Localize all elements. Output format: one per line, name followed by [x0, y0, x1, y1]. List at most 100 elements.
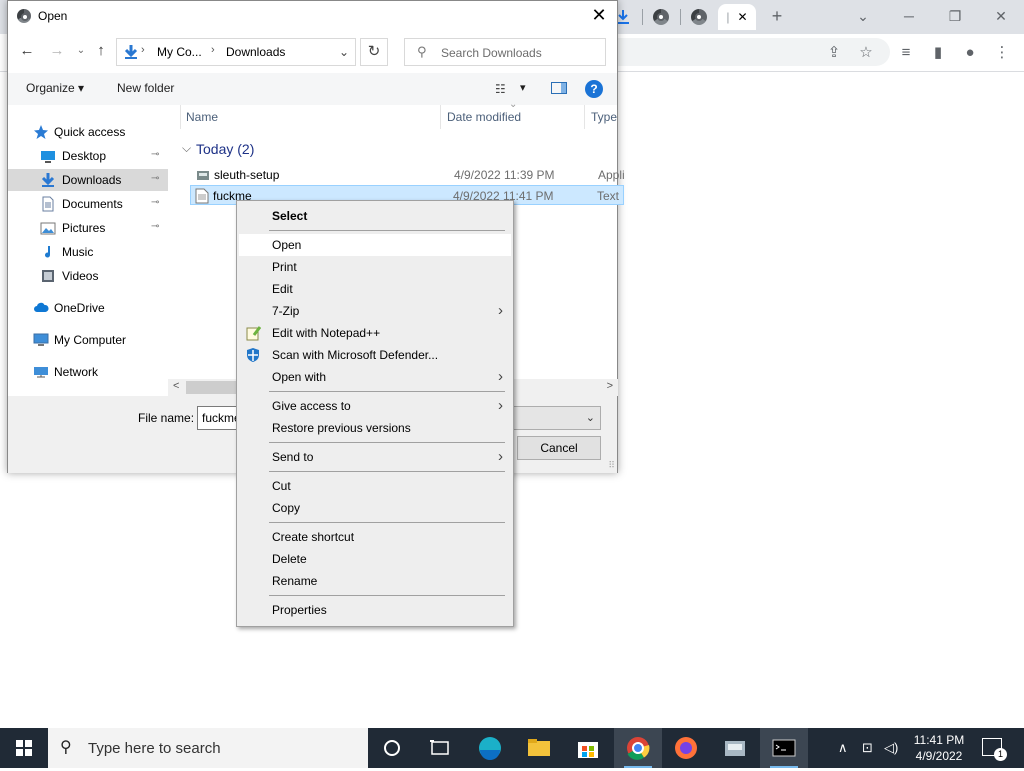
menu-item-give-access-to[interactable]: Give access to ›	[239, 395, 511, 417]
menu-item-open-with[interactable]: Open with ›	[239, 366, 511, 388]
change-view-icon[interactable]: ☷	[495, 82, 506, 96]
pin-icon: ⊸	[151, 197, 160, 208]
menu-item-select[interactable]: Select	[239, 205, 511, 227]
scroll-left-button[interactable]: <	[173, 380, 179, 392]
start-button[interactable]	[0, 728, 48, 768]
terminal-app-button[interactable]	[760, 728, 808, 768]
volume-icon[interactable]: ◁)	[884, 740, 898, 756]
refresh-button[interactable]: ↻	[360, 38, 388, 66]
forward-button[interactable]: →	[48, 42, 66, 60]
menu-item-edit-with-notepad[interactable]: Edit with Notepad++	[239, 322, 511, 344]
share-icon[interactable]: ⇪	[824, 43, 844, 63]
menu-item-properties[interactable]: Properties	[239, 599, 511, 621]
close-window-button[interactable]: ✕	[978, 5, 1024, 27]
menu-item-delete[interactable]: Delete	[239, 548, 511, 570]
edge-app-button[interactable]	[466, 728, 514, 768]
cancel-button[interactable]: Cancel	[517, 436, 601, 460]
column-header-type[interactable]: Type	[591, 110, 617, 124]
nav-item-desktop[interactable]: Desktop ⊸	[8, 145, 168, 167]
menu-item-scan-with-microsoft-defender[interactable]: Scan with Microsoft Defender...	[239, 344, 511, 366]
nav-item-documents[interactable]: Documents ⊸	[8, 193, 168, 215]
group-collapse-icon[interactable]: ⌵	[182, 141, 191, 156]
column-header-date[interactable]: Date modified	[447, 110, 521, 124]
task-view-button[interactable]	[416, 728, 464, 768]
chrome-app-button[interactable]	[614, 728, 662, 768]
menu-item-print[interactable]: Print	[239, 256, 511, 278]
scroll-right-button[interactable]: >	[607, 380, 613, 392]
file-explorer-app-button[interactable]	[515, 728, 563, 768]
taskbar-search-box[interactable]: ⚲ Type here to search	[48, 728, 368, 768]
column-header-name[interactable]: Name	[186, 110, 218, 124]
tab-search-button[interactable]: ⌄	[840, 5, 886, 27]
view-dropdown-button[interactable]: ▾	[520, 81, 526, 94]
search-input[interactable]	[441, 44, 601, 62]
nav-item-music[interactable]: Music	[8, 241, 168, 263]
menu-separator	[269, 595, 505, 596]
firefox-app-button[interactable]	[662, 728, 710, 768]
network-icon	[34, 367, 48, 378]
menu-item-send-to[interactable]: Send to ›	[239, 446, 511, 468]
breadcrumb-downloads[interactable]: Downloads	[226, 45, 285, 59]
breadcrumb-my-computer[interactable]: My Co...	[157, 45, 202, 59]
file-row-sleuth-setup[interactable]: sleuth-setup 4/9/2022 11:39 PM Applicati…	[184, 165, 624, 185]
nav-item-pictures[interactable]: Pictures ⊸	[8, 217, 168, 239]
bookmark-star-icon[interactable]: ☆	[856, 43, 876, 63]
nav-item-onedrive[interactable]: OneDrive	[8, 297, 168, 319]
nav-item-my-computer[interactable]: My Computer	[8, 329, 168, 351]
back-button[interactable]: ←	[18, 42, 36, 60]
task-view-cortana-button[interactable]	[368, 728, 416, 768]
media-control-icon[interactable]: ≡	[896, 43, 916, 63]
file-type-combo[interactable]: ⌄	[513, 406, 601, 430]
search-icon: ⚲	[417, 44, 427, 59]
menu-item-rename[interactable]: Rename	[239, 570, 511, 592]
recent-locations-button[interactable]: ⌄	[72, 42, 90, 60]
search-box[interactable]: ⚲	[404, 38, 606, 66]
menu-item-label: 7-Zip	[272, 304, 300, 318]
sleuth-app-button[interactable]	[711, 728, 759, 768]
notification-center-icon[interactable]: 1	[982, 738, 1007, 761]
tab-chrome-1[interactable]	[642, 4, 680, 30]
network-icon[interactable]: ⊡	[862, 740, 873, 756]
menu-item-cut[interactable]: Cut	[239, 475, 511, 497]
address-bar[interactable]: › My Co... › Downloads ⌄	[116, 38, 356, 66]
scroll-thumb[interactable]	[186, 381, 236, 394]
application-icon	[197, 171, 209, 180]
resize-grip[interactable]: ⠿	[608, 460, 615, 471]
nav-item-label: Network	[54, 365, 99, 379]
nav-item-network[interactable]: Network	[8, 361, 168, 383]
nav-item-downloads[interactable]: Downloads ⊸	[8, 169, 168, 191]
nav-item-videos[interactable]: Videos	[8, 265, 168, 287]
store-app-button[interactable]	[564, 728, 612, 768]
tray-overflow-icon[interactable]: ∧	[838, 740, 848, 756]
new-folder-button[interactable]: New folder	[117, 81, 174, 95]
up-button[interactable]: ↑	[92, 42, 110, 60]
tab-active[interactable]: | ✕	[718, 4, 756, 30]
profile-avatar-icon[interactable]: ●	[960, 43, 980, 63]
taskbar: ⚲ Type here to search ∧ ⊡ ◁) 11:41 PM 4/…	[0, 728, 1024, 768]
new-tab-button[interactable]: +	[754, 5, 800, 27]
group-header-today[interactable]: Today (2)	[196, 141, 254, 157]
menu-item-restore-previous-versions[interactable]: Restore previous versions	[239, 417, 511, 439]
dialog-title: Open	[38, 9, 68, 23]
menu-kebab-icon[interactable]: ⋮	[992, 43, 1012, 63]
restore-button[interactable]: ❐	[932, 5, 978, 27]
clock[interactable]: 11:41 PM 4/9/2022	[906, 732, 972, 764]
menu-item-7-zip[interactable]: 7-Zip ›	[239, 300, 511, 322]
tab-chrome-2[interactable]	[680, 4, 718, 30]
menu-item-copy[interactable]: Copy	[239, 497, 511, 519]
pictures-icon	[40, 222, 56, 235]
menu-item-edit[interactable]: Edit	[239, 278, 511, 300]
dialog-close-button[interactable]: ✕	[589, 5, 609, 25]
organize-button[interactable]: Organize ▾	[26, 81, 84, 95]
preview-pane-icon[interactable]	[551, 82, 567, 94]
menu-item-label: Open	[272, 238, 302, 252]
menu-item-create-shortcut[interactable]: Create shortcut	[239, 526, 511, 548]
address-dropdown-button[interactable]: ⌄	[335, 43, 353, 61]
minimize-button[interactable]: ─	[886, 5, 932, 27]
tab-close-icon[interactable]: ✕	[738, 10, 748, 24]
chrome-icon	[653, 9, 669, 25]
help-icon[interactable]: ?	[585, 80, 603, 98]
side-panel-icon[interactable]: ▮	[928, 43, 948, 63]
nav-item-quick-access[interactable]: Quick access	[8, 121, 168, 143]
menu-item-open[interactable]: Open	[239, 234, 511, 256]
